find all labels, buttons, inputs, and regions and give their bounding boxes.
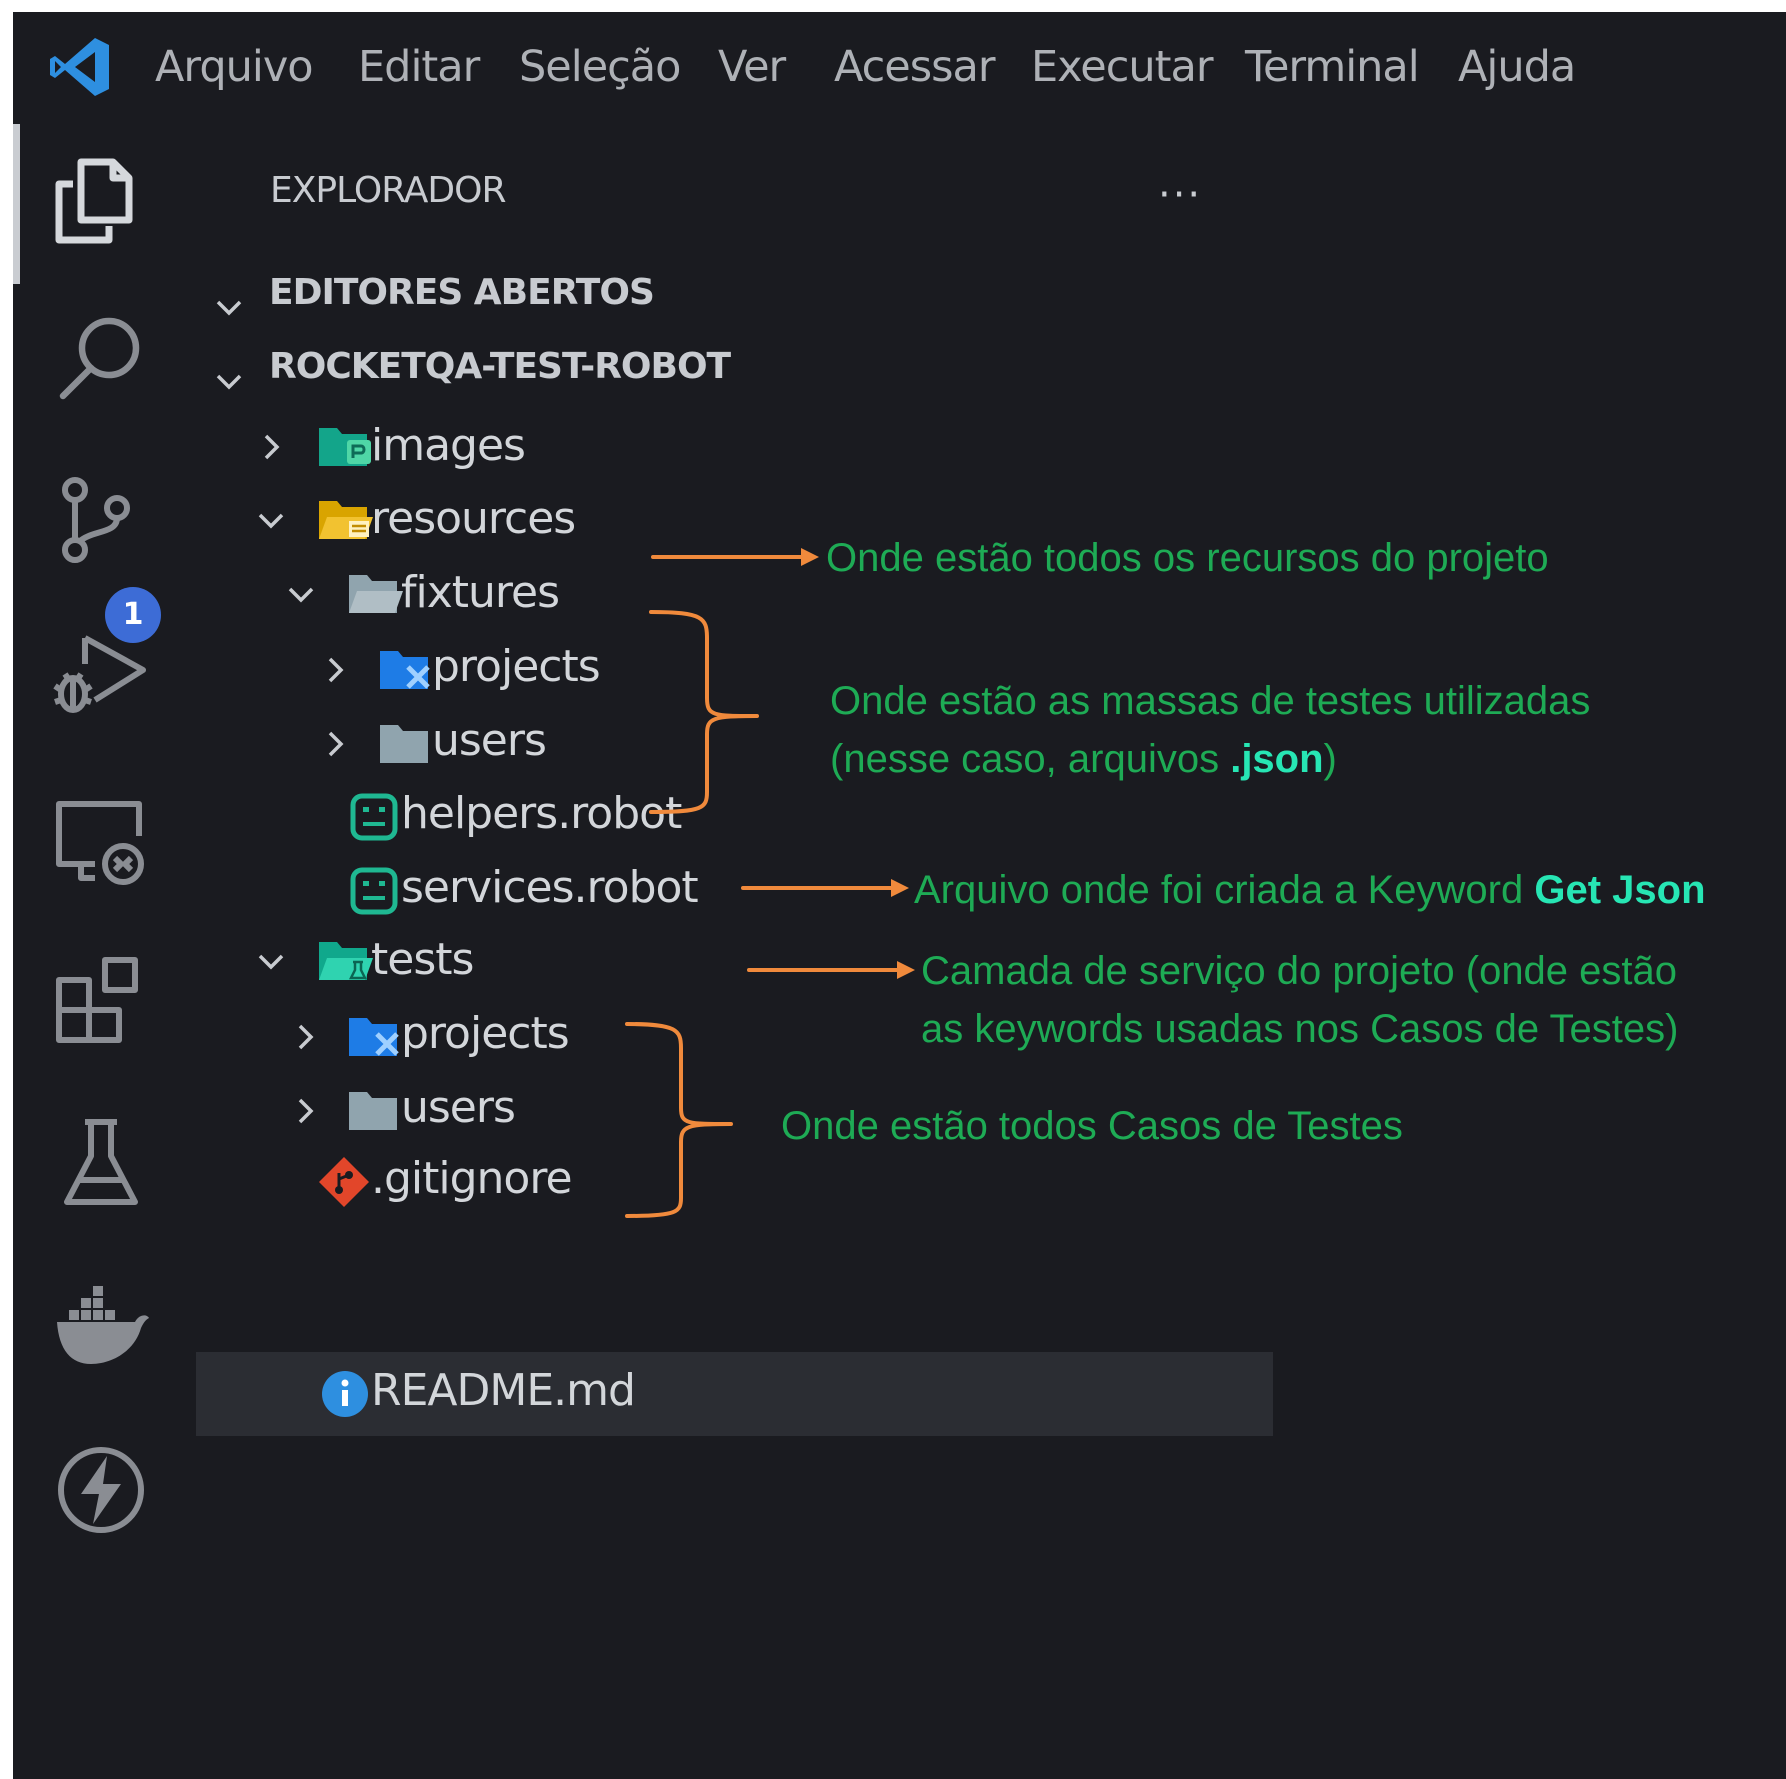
tree-item-label: projects — [401, 1008, 570, 1059]
resources-folder-open-icon — [319, 501, 373, 539]
folder-open-icon — [349, 575, 403, 613]
tree-item-label: projects — [432, 641, 601, 692]
vscode-window: Arquivo Editar Seleção Ver Acessar Execu… — [13, 12, 1786, 1779]
search-icon[interactable] — [51, 308, 151, 408]
annotation-services-line1: Camada de serviço do projeto (onde estão — [921, 949, 1678, 993]
chevron-down-icon — [288, 587, 314, 603]
robot-file-icon — [350, 793, 398, 841]
menu-acessar[interactable]: Acessar — [834, 42, 996, 92]
docker-icon[interactable] — [51, 1274, 151, 1374]
source-control-icon[interactable] — [51, 472, 151, 572]
testing-icon[interactable] — [51, 1114, 151, 1214]
tree-item-label: users — [401, 1082, 516, 1133]
open-editors-header[interactable]: EDITORES ABERTOS — [269, 272, 655, 313]
tree-item-label: images — [371, 420, 526, 471]
explorer-icon[interactable] — [51, 150, 151, 250]
git-file-icon — [319, 1157, 369, 1207]
menu-selecao[interactable]: Seleção — [519, 42, 681, 92]
menu-terminal[interactable]: Terminal — [1245, 42, 1420, 92]
chevron-right-icon — [298, 1098, 314, 1124]
chevron-down-icon — [258, 954, 284, 970]
info-icon — [322, 1371, 368, 1417]
annotation-text: ) — [1323, 737, 1337, 781]
remote-explorer-icon[interactable] — [51, 792, 151, 892]
folder-icon — [349, 1092, 397, 1130]
tests-folder-open-icon — [319, 942, 373, 980]
projects-folder-icon — [349, 1018, 399, 1056]
annotation-resources: Onde estão todos os recursos do projeto — [826, 536, 1549, 580]
robot-file-icon — [350, 867, 398, 915]
tree-item-label: helpers.robot — [401, 788, 682, 839]
menu-editar[interactable]: Editar — [358, 42, 480, 92]
menu-arquivo[interactable]: Arquivo — [155, 42, 314, 92]
menu-bar: Arquivo Editar Seleção Ver Acessar Execu… — [13, 12, 1786, 112]
menu-ajuda[interactable]: Ajuda — [1458, 42, 1576, 92]
tree-item-images[interactable]: images — [196, 412, 1096, 482]
chevron-down-icon — [258, 513, 284, 529]
folder-icon — [380, 725, 428, 763]
thunder-client-icon[interactable] — [51, 1440, 151, 1540]
annotation-helpers: Arquivo onde foi criada a Keyword Get Js… — [914, 861, 1706, 919]
chevron-right-icon — [298, 1024, 314, 1050]
annotation-text: Arquivo onde foi criada a Keyword — [914, 868, 1535, 912]
more-actions-button[interactable]: ··· — [1158, 172, 1202, 218]
explorer-title: EXPLORADOR — [270, 170, 506, 211]
tree-item-label: services.robot — [401, 862, 699, 913]
tree-item-readme[interactable]: README.md — [196, 1352, 1273, 1436]
run-debug-icon[interactable] — [51, 628, 151, 728]
annotation-bold-text: .json — [1230, 737, 1324, 781]
tree-item-label: fixtures — [401, 567, 560, 618]
chevron-down-icon[interactable] — [212, 364, 246, 398]
menu-ver[interactable]: Ver — [718, 42, 786, 92]
extensions-icon[interactable] — [51, 952, 151, 1052]
chevron-down-icon[interactable] — [212, 290, 246, 324]
annotation-text: (nesse caso, arquivos — [830, 737, 1231, 781]
chevron-right-icon — [264, 434, 280, 460]
menu-executar[interactable]: Executar — [1031, 42, 1214, 92]
active-view-indicator — [13, 124, 20, 284]
tree-item-label: resources — [371, 493, 576, 544]
chevron-right-icon — [328, 731, 344, 757]
vscode-logo-icon — [50, 38, 109, 96]
tree-item-label: users — [432, 715, 547, 766]
annotation-tests: Onde estão todos Casos de Testes — [781, 1104, 1403, 1148]
chevron-right-icon — [328, 657, 344, 683]
annotation-fixtures-line1: Onde estão as massas de testes utilizada… — [830, 679, 1591, 723]
tree-item-gitignore[interactable]: .gitignore — [196, 1147, 1096, 1217]
annotation-services-line2: as keywords usadas nos Casos de Testes) — [921, 1007, 1679, 1051]
annotation-bold-text: Get Json — [1534, 868, 1706, 912]
tree-item-label: .gitignore — [371, 1153, 573, 1204]
tree-item-label: README.md — [371, 1365, 636, 1416]
projects-folder-icon — [380, 651, 430, 689]
annotation-fixtures-line2: (nesse caso, arquivos .json) — [830, 730, 1337, 788]
images-folder-icon — [319, 428, 371, 466]
workspace-header[interactable]: ROCKETQA-TEST-ROBOT — [269, 346, 731, 387]
tree-item-label: tests — [371, 934, 474, 985]
tree-item-helpers-robot[interactable]: helpers.robot — [196, 782, 1096, 852]
